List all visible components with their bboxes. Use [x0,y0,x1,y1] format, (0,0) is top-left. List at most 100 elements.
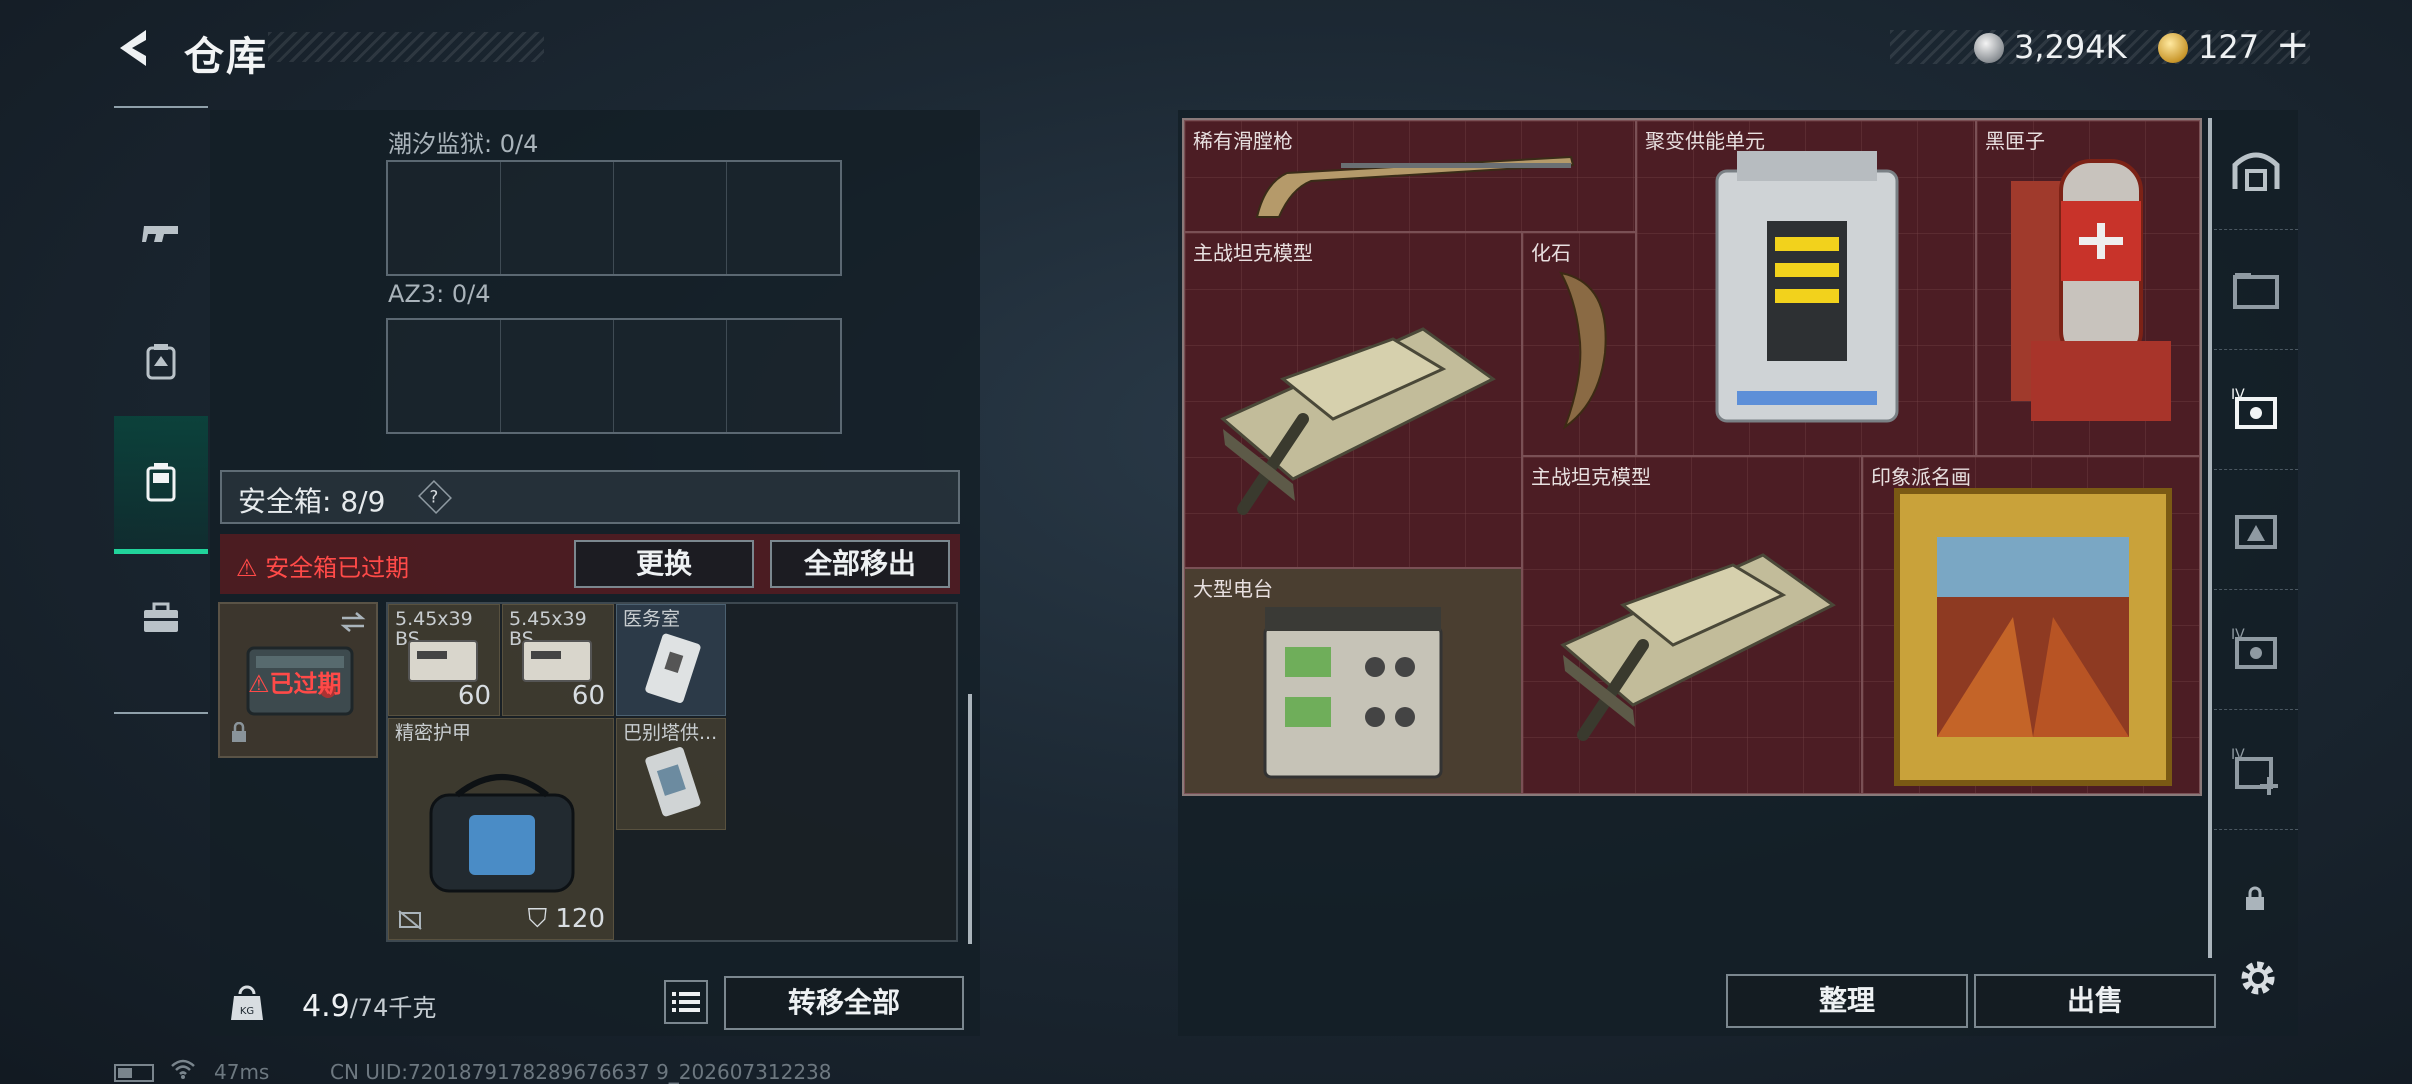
vault-triangle-icon [2235,514,2277,549]
gold-coin-icon [2158,33,2188,63]
nav-vault-iv-c[interactable]: IV [2214,590,2298,710]
replace-button[interactable]: 更换 [574,540,754,588]
expired-warning: ⚠ 安全箱已过期 [236,548,409,583]
item-label: 化石 [1531,241,1571,265]
back-arrow-icon[interactable] [112,26,156,70]
weight-icon: KG [231,985,263,1020]
page-title: 仓库 [184,34,268,80]
backpack-icon [146,344,176,380]
fusion-cell-image [1715,151,1899,423]
musket-image [1255,155,1575,218]
add-currency-button[interactable]: + [2276,22,2310,68]
no-repair-icon [398,910,422,930]
warning-icon: ⚠ [236,554,258,582]
keycard-item[interactable]: 医务室 [616,604,726,716]
safe-box-capacity: 安全箱: 8/9 [238,485,386,518]
armor-item[interactable]: 精密护甲 ⛉ 120 [388,718,614,940]
weight-max: /74千克 [349,994,437,1022]
lock-small-icon [232,722,246,742]
nav-equipment[interactable] [114,298,208,424]
radio-station-image [1263,607,1443,779]
ping-readout: 47ms [214,1060,270,1084]
category-nav [114,106,208,714]
framed-painting-image [1894,488,2172,786]
warning-icon: ⚠ [248,670,270,698]
item-label: 巴别塔供... [623,722,718,744]
title-decoration [268,32,544,62]
slot-row-empty[interactable] [386,318,842,434]
scrollbar[interactable] [2208,118,2212,958]
safe-box-icon [146,462,176,501]
vault-item-fossil[interactable]: 化石 [1522,232,1636,456]
folder-icon [2233,272,2279,309]
keycard-image [645,633,701,703]
vault-item-painting[interactable]: 印象派名画 [1862,456,2200,794]
slot-row-empty[interactable] [386,160,842,276]
settings-gear-icon[interactable] [2236,956,2280,1000]
case-expired-label: ⚠已过期 [248,664,342,699]
item-label: 印象派名画 [1871,465,1971,489]
move-all-out-button[interactable]: 全部移出 [770,540,950,588]
supply-card-item[interactable]: 巴别塔供... [616,718,726,830]
tank-image [1560,553,1836,741]
item-label: 精密护甲 [395,722,472,744]
nav-safe-box[interactable] [114,416,208,554]
transfer-all-button[interactable]: 转移全部 [724,976,964,1030]
nav-weapons[interactable] [114,172,208,298]
card-image [645,747,701,817]
list-view-button[interactable] [664,980,708,1024]
organize-button[interactable]: 整理 [1726,974,1968,1028]
nav-toolbox[interactable] [114,554,208,680]
briefcase-icon [144,602,178,632]
vault-item-tank-model[interactable]: 主战坦克模型 [1522,456,1862,794]
item-label: 主战坦克模型 [1531,465,1651,489]
vault-iv-icon: IV [2231,627,2277,669]
swap-icon[interactable] [338,610,368,634]
section-label: AZ3: 0/4 [388,280,491,308]
case-expired-text: 已过期 [269,670,342,698]
battery-icon [114,1064,154,1082]
fossil-claw-image [1559,271,1607,430]
svg-text:KG: KG [240,1006,254,1017]
sell-button[interactable]: 出售 [1974,974,2216,1028]
nav-vault-iv-a[interactable]: IV [2214,350,2298,470]
expired-warning-label: 安全箱已过期 [265,554,410,582]
ammo-item[interactable]: 5.45x39 BS 60 [388,604,500,716]
item-count: 60 [571,681,605,711]
weight-value: 4.9 [302,989,350,1024]
gold-amount[interactable]: 127 [2198,28,2259,66]
vault-item-tank-model[interactable]: 主战坦克模型 [1184,232,1522,568]
item-label: 主战坦克模型 [1193,241,1313,265]
wifi-icon [171,1059,195,1079]
nav-vault-b[interactable] [2214,470,2298,590]
vault-item-musket[interactable]: 稀有滑膛枪 [1184,120,1636,232]
silver-coin-icon [1974,33,2004,63]
armor-durability: ⛉ 120 [528,904,605,935]
vault-item-black-box[interactable]: 黑匣子 [1976,120,2200,456]
section-label: 潮汐监狱: 0/4 [388,130,539,158]
item-label: 医务室 [623,608,681,630]
nav-vault-folder[interactable] [2214,230,2298,350]
lock-icon[interactable] [2244,886,2266,912]
ammo-item[interactable]: 5.45x39 BS 60 [502,604,614,716]
nav-vault-home[interactable] [2214,110,2298,230]
vault-item-radio[interactable]: 大型电台 [1184,568,1522,794]
shield-icon: ⛉ [527,904,548,934]
armor-bag-image [429,774,575,893]
list-icon [672,992,700,1012]
vault-item-fusion-cell[interactable]: 聚变供能单元 [1636,120,1976,456]
user-id: CN UID:7201879178289676637 9_20260731223… [330,1060,832,1084]
help-label: ? [429,488,439,508]
vault-iv-icon: IV [2231,387,2277,429]
nav-vault-iv-add[interactable]: IV [2214,710,2298,830]
vault-door-icon [2232,152,2280,191]
pistol-icon [142,226,178,242]
armor-durability-value: 120 [555,904,605,934]
item-count: 60 [457,681,491,711]
weight-readout: 4.9/74千克 [302,988,436,1024]
tank-image [1220,327,1496,515]
black-box-image [2011,159,2171,421]
vault-add-icon: IV [2231,747,2278,795]
scrollbar[interactable] [968,694,972,944]
silver-amount: 3,294K [2014,28,2127,66]
